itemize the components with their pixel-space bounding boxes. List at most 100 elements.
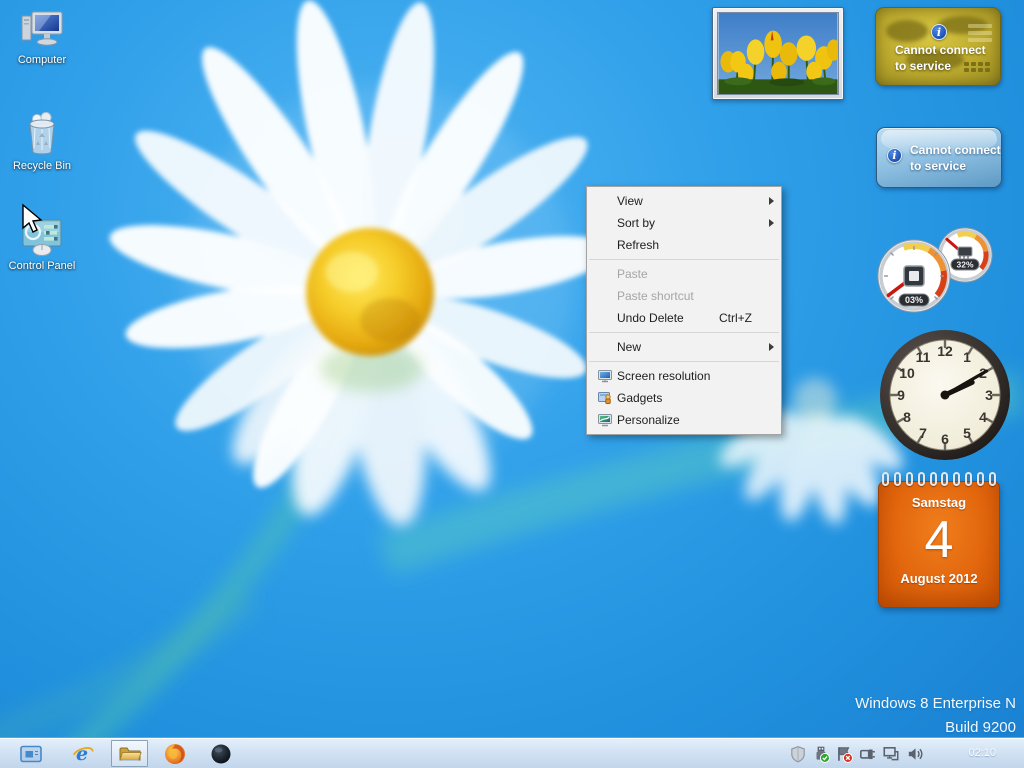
desktop-icon-recycle-bin[interactable]: Recycle Bin [2,110,82,172]
menu-item-view[interactable]: View [587,190,781,212]
icon-slot [592,237,617,253]
menu-item-paste[interactable]: Paste [587,263,781,285]
status-line1: Cannot connect [895,42,986,58]
menu-item-label: View [617,194,764,208]
gadget-cpu-meter[interactable]: 32% 03% [872,224,1002,322]
desktop-icon-label: Control Panel [2,260,82,272]
menu-item-label: Screen resolution [617,369,764,383]
icon-slot [592,193,617,209]
firefox-icon [163,742,187,766]
desktop-wallpaper[interactable] [0,0,1024,768]
network-icon[interactable] [882,745,900,763]
screen-resolution-icon [592,368,617,384]
menu-item-label: Gadgets [617,391,764,405]
menu-item-undo-delete[interactable]: Undo Delete Ctrl+Z [587,307,781,329]
clock-numeral: 5 [963,425,971,441]
action-center-shield-icon[interactable] [789,745,807,763]
taskbar-internet-explorer-button[interactable]: e [68,741,98,766]
status-line2: to service [910,158,1001,174]
menu-item-label: Undo Delete [617,311,719,325]
gadget-clock[interactable]: 1 2 3 4 5 6 7 8 9 10 11 12 [878,328,1012,462]
menu-item-sort-by[interactable]: Sort by [587,212,781,234]
clock-numeral: 12 [937,343,953,359]
gadget-calendar[interactable]: Samstag 4 August 2012 [878,472,1000,608]
alert-flag-icon[interactable] [835,745,853,763]
clock-numeral: 8 [903,409,911,425]
clock-numeral: 10 [899,365,915,381]
menu-item-new[interactable]: New [587,336,781,358]
taskbar: e [0,737,1024,768]
gadget-picture-slideshow[interactable] [712,7,844,100]
weather-status-message: Cannot connect to service [910,142,1001,174]
icon-slot [592,266,617,282]
menu-item-shortcut: Ctrl+Z [719,311,752,325]
calendar-month-year: August 2012 [879,571,999,586]
ram-percent: 32% [956,260,973,270]
internet-explorer-icon: e [71,742,95,766]
status-line1: Cannot connect [910,142,1001,158]
power-plug-icon[interactable] [858,745,876,763]
info-icon: i [931,24,947,40]
recycle-bin-icon [19,110,65,158]
menu-item-paste-shortcut[interactable]: Paste shortcut [587,285,781,307]
menu-item-label: Paste shortcut [617,289,764,303]
analog-clock: 1 2 3 4 5 6 7 8 9 10 11 12 [878,328,1012,462]
menu-item-label: Sort by [617,216,764,230]
currency-status-message: Cannot connect to service [895,42,986,74]
windows-edition-watermark: Windows 8 Enterprise N Build 9200 [855,692,1016,740]
menu-item-screen-resolution[interactable]: Screen resolution [587,365,781,387]
taskbar-clock[interactable]: 02:10 [968,738,996,768]
card-art [968,31,992,35]
windows-window-icon [19,744,43,764]
calendar-weekday: Samstag [879,495,999,510]
control-panel-icon [19,214,65,258]
menu-separator [589,361,779,362]
menu-item-label: Refresh [617,238,764,252]
card-art [985,68,990,72]
status-line2: to service [895,58,986,74]
taskbar-file-explorer-button-active[interactable] [111,740,148,767]
calendar-page: Samstag 4 August 2012 [878,481,1000,608]
desktop-icon-computer[interactable]: Computer [2,8,82,66]
desktop-icon-label: Computer [2,54,82,66]
icon-slot [592,339,617,355]
icon-slot [592,215,617,231]
clock-numeral: 1 [963,349,971,365]
icon-slot [592,288,617,304]
submenu-arrow-icon [764,219,774,227]
desktop-icon-label: Recycle Bin [2,160,82,172]
icon-slot [592,310,617,326]
usb-device-icon[interactable] [812,745,830,763]
menu-item-label: Personalize [617,413,764,427]
daisy-wallpaper-art [0,0,1024,768]
info-icon: i [887,148,902,163]
menu-item-label: Paste [617,267,764,281]
volume-icon[interactable] [906,745,924,763]
cpu-gauge: 03% [876,238,952,314]
svg-text:e: e [76,743,88,765]
clock-numeral: 3 [985,387,993,403]
watermark-line1: Windows 8 Enterprise N [855,692,1016,716]
tulips-photo [717,12,839,95]
card-art [968,24,992,28]
menu-item-refresh[interactable]: Refresh [587,234,781,256]
clock-numeral: 4 [979,409,987,425]
computer-icon [19,8,65,52]
gadget-currency[interactable]: i Cannot connect to service [875,7,1001,86]
file-explorer-folder-icon [118,744,142,764]
gadgets-icon [592,390,617,406]
calendar-spiral-binding [882,472,996,486]
desktop-icon-control-panel[interactable]: Control Panel [2,214,82,272]
menu-item-label: New [617,340,764,354]
desktop-context-menu: View Sort by Refresh Paste Paste shortcu… [586,186,782,435]
taskbar-media-app-button[interactable] [206,741,236,766]
cpu-percent: 03% [905,295,923,305]
calendar-day: 4 [879,512,999,568]
card-art [985,62,990,66]
gadget-weather[interactable]: i Cannot connect to service [876,127,1002,188]
menu-item-gadgets[interactable]: Gadgets [587,387,781,409]
taskbar-start-button[interactable] [16,741,46,766]
submenu-arrow-icon [764,343,774,351]
menu-item-personalize[interactable]: Personalize [587,409,781,431]
taskbar-firefox-button[interactable] [160,741,190,766]
